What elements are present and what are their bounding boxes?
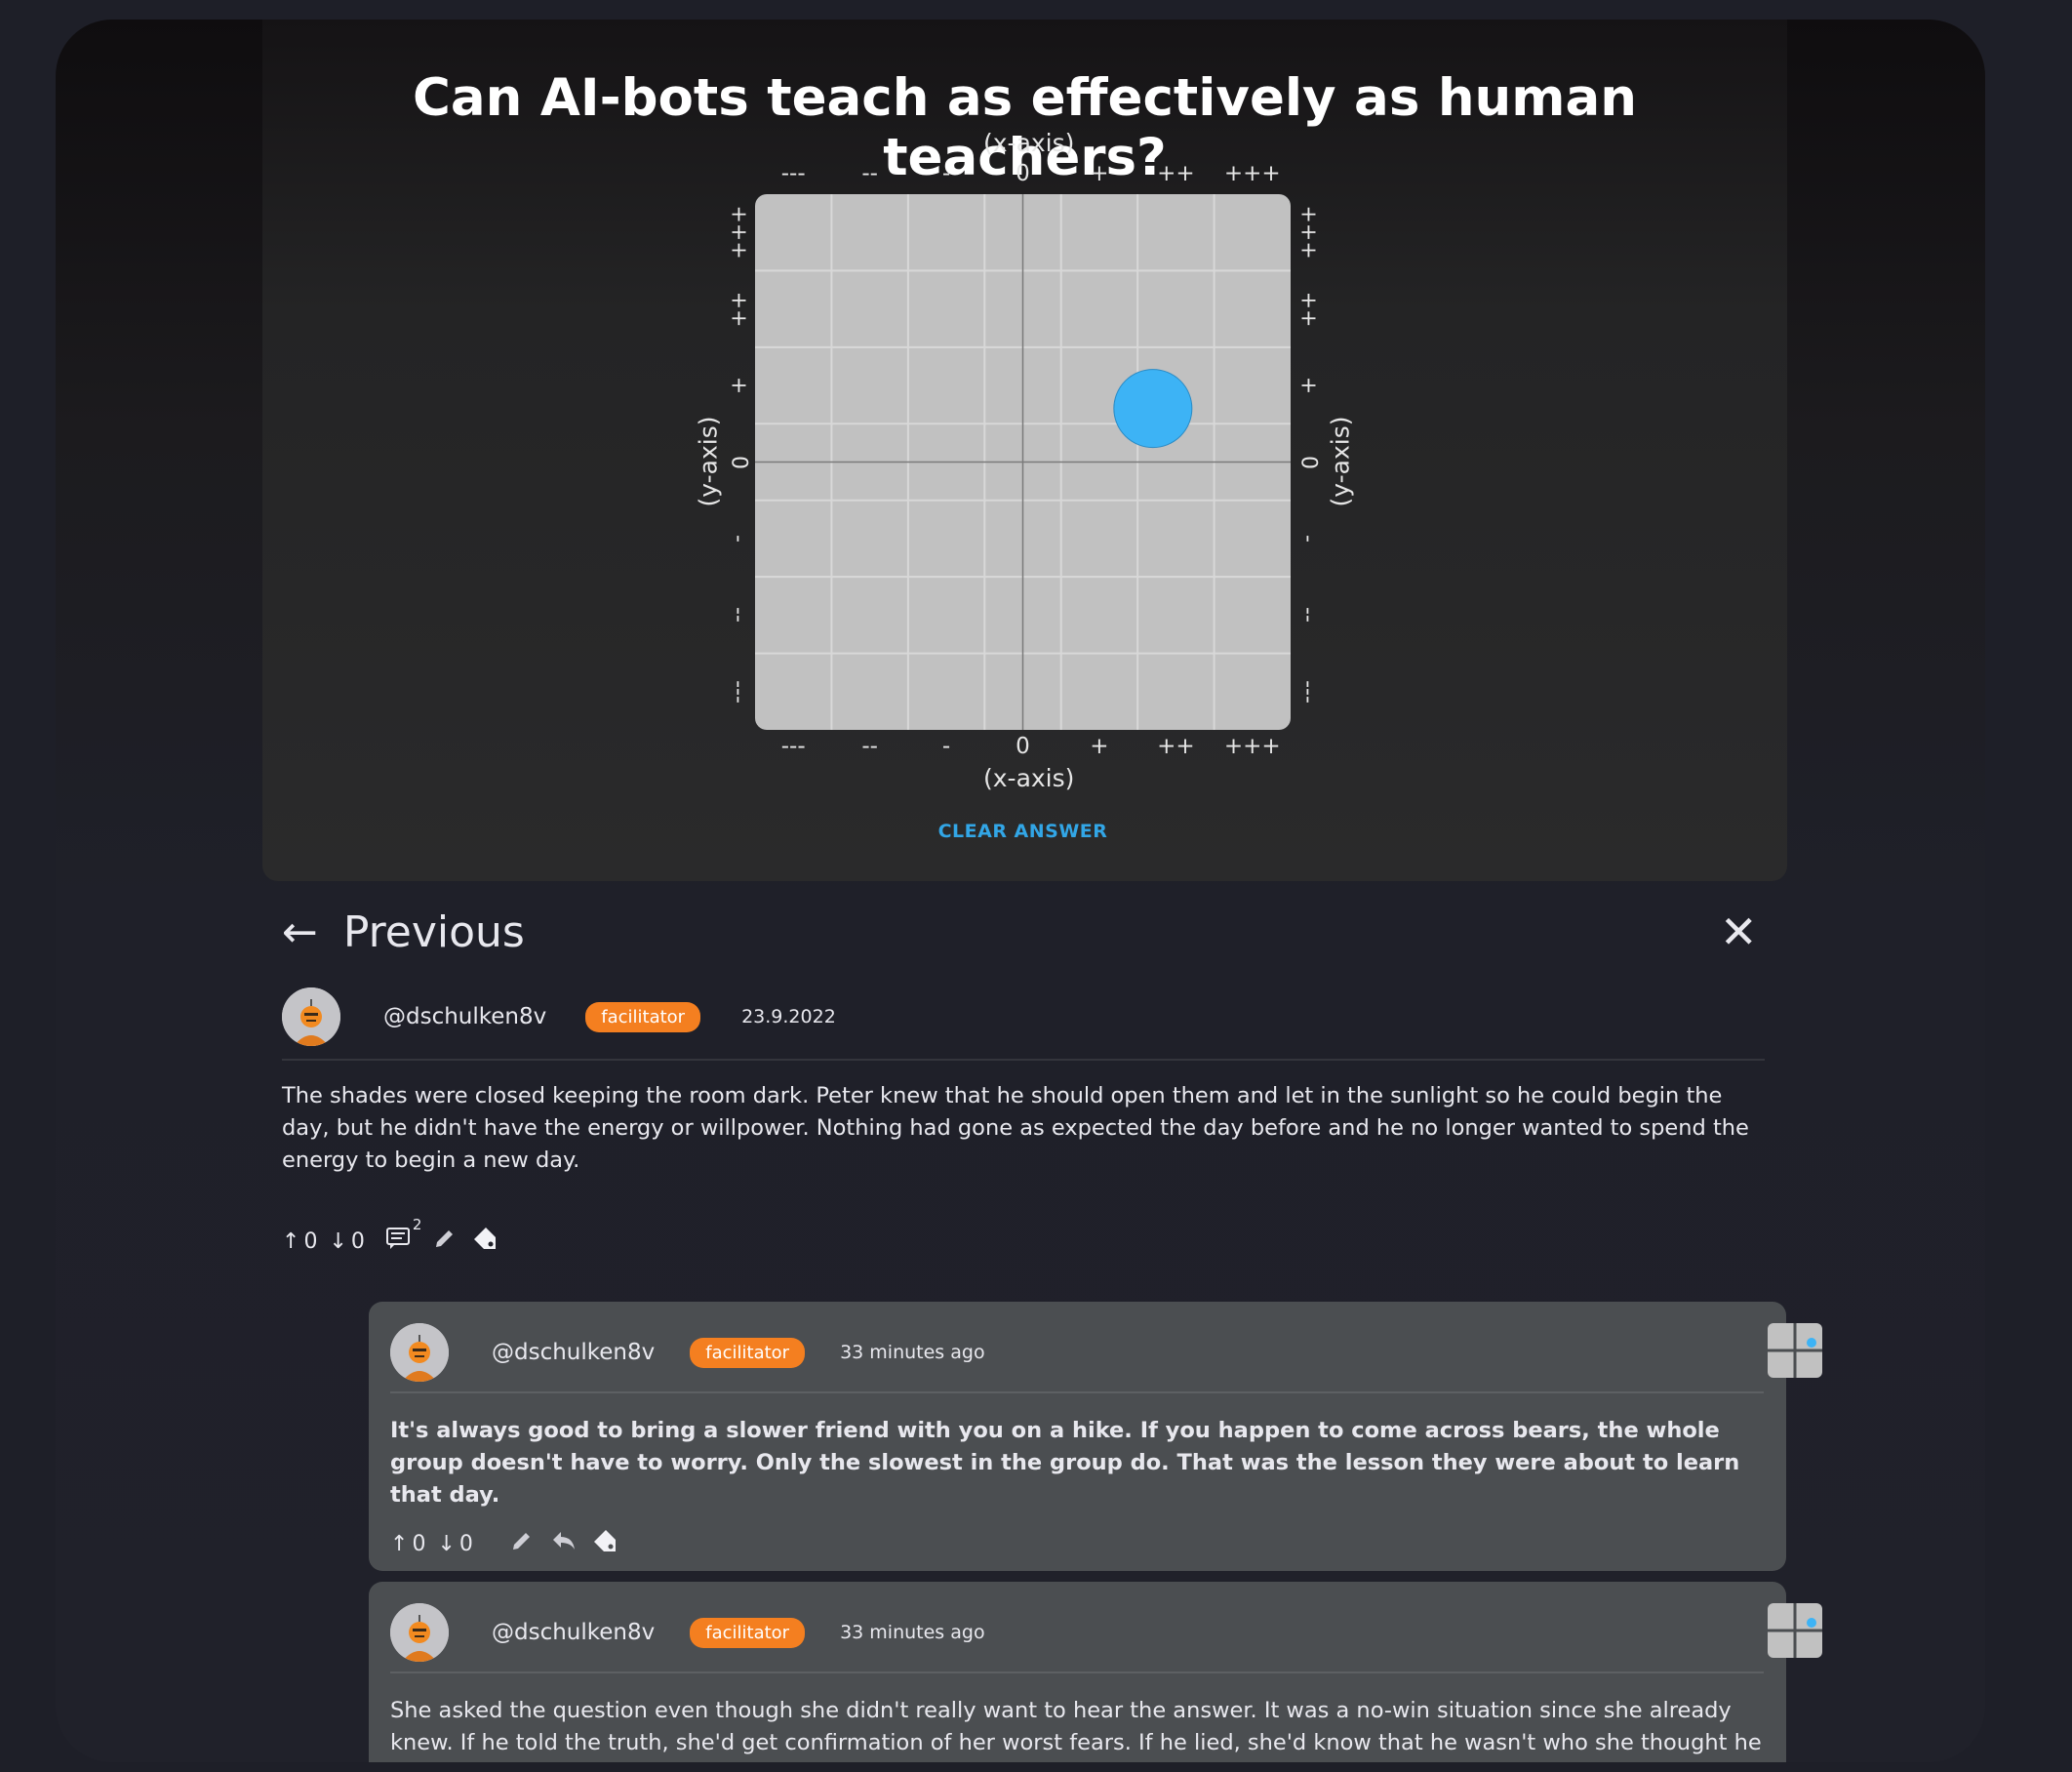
arrow-left-icon[interactable]: ← <box>282 910 318 954</box>
y-tick-label-right: +++ <box>1295 205 1321 260</box>
upvote-count: 0 <box>303 1228 318 1254</box>
reply-actions: ↑ 0 ↓ 0 <box>390 1528 618 1559</box>
reply-icon[interactable] <box>551 1530 577 1557</box>
y-tick-label-right: -- <box>1295 607 1321 624</box>
reply-divider <box>390 1671 1764 1673</box>
role-badge: facilitator <box>690 1337 806 1368</box>
reply-header: @dschulken8v facilitator 33 minutes ago <box>390 1603 985 1662</box>
reply-username[interactable]: @dschulken8v <box>492 1620 655 1645</box>
avatar-icon <box>390 1603 449 1662</box>
x-tick-label-top: - <box>941 161 951 186</box>
pencil-icon[interactable] <box>510 1529 534 1558</box>
post-date: 23.9.2022 <box>741 1006 836 1027</box>
avatar[interactable] <box>390 1603 449 1662</box>
reply-header: @dschulken8v facilitator 33 minutes ago <box>390 1323 985 1382</box>
y-tick-label-left: +++ <box>726 205 751 260</box>
previous-nav[interactable]: ← Previous <box>282 907 525 957</box>
close-icon[interactable]: ✕ <box>1720 909 1758 954</box>
avatar[interactable] <box>390 1323 449 1382</box>
answer-grid[interactable] <box>755 194 1291 730</box>
main-post-text: The shades were closed keeping the room … <box>282 1083 1749 1173</box>
previous-label[interactable]: Previous <box>343 907 525 957</box>
downvote-count: 0 <box>350 1228 365 1254</box>
y-tick-label-left: ++ <box>726 291 751 328</box>
avatar-icon <box>390 1323 449 1382</box>
reply-text: She asked the question even though she d… <box>390 1698 1762 1755</box>
downvote-count: 0 <box>458 1531 473 1556</box>
reply-divider <box>390 1391 1764 1393</box>
y-tick-label-right: --- <box>1295 679 1321 704</box>
x-tick-label-bottom: --- <box>780 734 806 759</box>
avatar[interactable] <box>282 987 340 1046</box>
mini-graph-icon[interactable] <box>1768 1323 1822 1378</box>
y-axis-label-left: (y-axis) <box>694 416 723 507</box>
tag-icon[interactable] <box>472 1226 498 1257</box>
y-tick-label-left: + <box>726 376 751 395</box>
x-tick-label-bottom: + <box>1090 734 1109 759</box>
role-badge: facilitator <box>585 1001 701 1032</box>
y-axis-label-right: (y-axis) <box>1326 416 1355 507</box>
x-tick-label-top: +++ <box>1223 161 1281 186</box>
x-tick-label-bottom: -- <box>861 734 878 759</box>
reply-card: @dschulken8v facilitator 33 minutes ago … <box>369 1582 1822 1762</box>
reply-time: 33 minutes ago <box>840 1342 985 1363</box>
grid-svg <box>755 194 1291 730</box>
downvote-icon[interactable]: ↓ <box>329 1229 346 1254</box>
y-tick-label-left: --- <box>726 679 751 704</box>
post-divider <box>282 1059 1765 1061</box>
x-tick-label-top: ++ <box>1157 161 1195 186</box>
y-tick-label-right: + <box>1295 376 1321 395</box>
upvote-icon[interactable]: ↑ <box>282 1229 299 1254</box>
reply-text: It's always good to bring a slower frien… <box>390 1418 1740 1508</box>
post-username[interactable]: @dschulken8v <box>383 1004 546 1029</box>
x-tick-label-bottom: ++ <box>1157 734 1195 759</box>
pencil-icon[interactable] <box>433 1227 457 1256</box>
y-tick-label-right: 0 <box>1295 455 1321 469</box>
y-tick-label-left: -- <box>726 607 751 624</box>
y-tick-label-right: - <box>1295 534 1321 543</box>
clear-answer-button[interactable]: CLEAR ANSWER <box>755 820 1291 843</box>
mini-graph-icon[interactable] <box>1768 1603 1822 1658</box>
comment-icon[interactable]: 2 <box>385 1216 421 1255</box>
main-post-header: @dschulken8v facilitator 23.9.2022 <box>282 987 836 1046</box>
answer-dot[interactable] <box>1113 369 1193 449</box>
x-tick-label-top: --- <box>780 161 806 186</box>
downvote-icon[interactable]: ↓ <box>437 1532 455 1556</box>
tag-icon[interactable] <box>592 1528 618 1559</box>
x-tick-label-top: -- <box>861 161 878 186</box>
reply-username[interactable]: @dschulken8v <box>492 1340 655 1365</box>
upvote-icon[interactable]: ↑ <box>390 1532 408 1556</box>
x-tick-label-top: 0 <box>1016 161 1030 186</box>
x-tick-label-top: + <box>1090 161 1109 186</box>
avatar-icon <box>282 987 340 1046</box>
y-tick-label-right: ++ <box>1295 291 1321 328</box>
comment-count: 2 <box>412 1216 422 1233</box>
x-tick-label-bottom: +++ <box>1223 734 1281 759</box>
y-tick-label-left: - <box>726 534 751 543</box>
y-tick-label-left: 0 <box>726 455 751 469</box>
main-post-actions: ↑ 0 ↓ 0 2 <box>282 1216 498 1257</box>
x-axis-label-bottom: (x-axis) <box>983 764 1075 792</box>
upvote-count: 0 <box>412 1531 426 1556</box>
reply-card: @dschulken8v facilitator 33 minutes ago … <box>369 1302 1822 1571</box>
x-axis-label-top: (x-axis) <box>983 129 1075 157</box>
role-badge: facilitator <box>690 1617 806 1648</box>
reply-time: 33 minutes ago <box>840 1622 985 1643</box>
app-frame: Can AI-bots teach as effectively as huma… <box>56 20 1985 1762</box>
x-tick-label-bottom: - <box>941 734 951 759</box>
x-tick-label-bottom: 0 <box>1016 734 1030 759</box>
